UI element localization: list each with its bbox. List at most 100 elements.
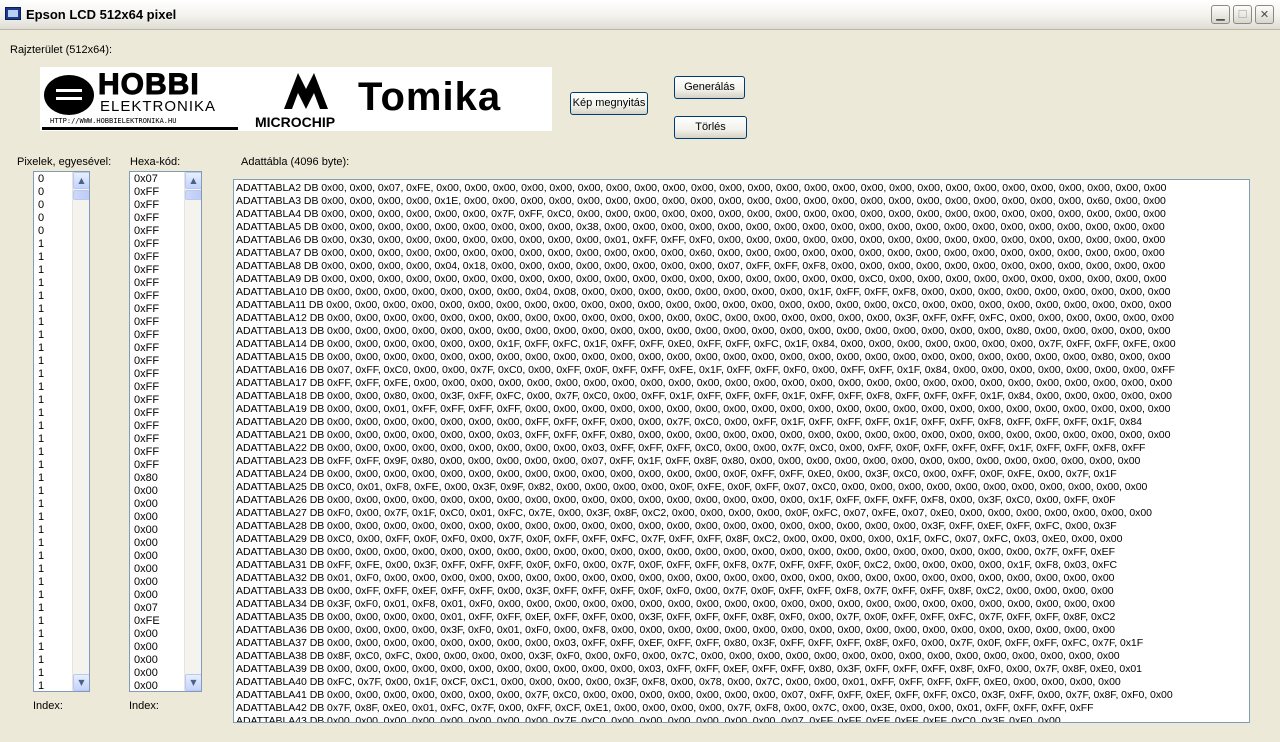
list-item[interactable]: 0x07: [132, 602, 182, 615]
list-item[interactable]: 0xFF: [132, 459, 182, 472]
clear-button[interactable]: Törlés: [674, 116, 747, 139]
pixels-scrollbar[interactable]: ▲ ▼: [72, 172, 89, 691]
list-item[interactable]: 0x00: [132, 524, 182, 537]
list-item[interactable]: 0x80: [132, 472, 182, 485]
list-item[interactable]: 1: [36, 381, 70, 394]
list-item[interactable]: 1: [36, 394, 70, 407]
list-item[interactable]: 1: [36, 355, 70, 368]
drawing-canvas[interactable]: HOBBI ELEKTRONIKA HTTP://WWW.HOBBIELEKTR…: [40, 67, 552, 131]
list-item[interactable]: 1: [36, 537, 70, 550]
list-item[interactable]: 1: [36, 615, 70, 628]
list-item[interactable]: 0xFF: [132, 212, 182, 225]
scroll-thumb[interactable]: [185, 190, 201, 200]
list-item[interactable]: 1: [36, 238, 70, 251]
list-item[interactable]: 0x00: [132, 511, 182, 524]
scroll-up-icon[interactable]: ▲: [73, 172, 89, 189]
list-item[interactable]: 1: [36, 641, 70, 654]
list-item[interactable]: 0xFF: [132, 355, 182, 368]
list-item[interactable]: 0x00: [132, 563, 182, 576]
hex-listbox[interactable]: 0x07 0xFF 0xFF 0xFF 0xFF 0xFF 0xFF 0xFF 0xFF 0xFF…: [129, 171, 202, 692]
list-item[interactable]: 0xFF: [132, 342, 182, 355]
list-item[interactable]: 0xFF: [132, 303, 182, 316]
scroll-down-icon[interactable]: ▼: [73, 674, 89, 691]
data-line: ADATTABLA30 DB 0x00, 0x00, 0x00, 0x00, 0…: [236, 546, 1115, 558]
list-item[interactable]: 0x00: [132, 576, 182, 589]
list-item[interactable]: 1: [36, 589, 70, 602]
generate-button[interactable]: Generálás: [674, 76, 745, 99]
list-item[interactable]: 0xFF: [132, 225, 182, 238]
close-button[interactable]: ✕: [1255, 5, 1274, 24]
list-item[interactable]: 0xFF: [132, 264, 182, 277]
list-item[interactable]: 0xFF: [132, 316, 182, 329]
list-item[interactable]: 0xFF: [132, 329, 182, 342]
list-item[interactable]: 0: [36, 173, 70, 186]
list-item[interactable]: 0xFF: [132, 277, 182, 290]
list-item[interactable]: 1: [36, 524, 70, 537]
list-item[interactable]: 1: [36, 654, 70, 667]
list-item[interactable]: 1: [36, 251, 70, 264]
scroll-down-icon[interactable]: ▼: [185, 674, 201, 691]
list-item[interactable]: 0: [36, 199, 70, 212]
list-item[interactable]: 0: [36, 212, 70, 225]
list-item[interactable]: 0xFF: [132, 433, 182, 446]
list-item[interactable]: 1: [36, 680, 70, 691]
list-item[interactable]: 0x00: [132, 628, 182, 641]
list-item[interactable]: 0xFF: [132, 381, 182, 394]
list-item[interactable]: 1: [36, 667, 70, 680]
list-item[interactable]: 1: [36, 472, 70, 485]
list-item[interactable]: 1: [36, 303, 70, 316]
open-image-button[interactable]: Kép megnyitás: [570, 92, 648, 115]
list-item[interactable]: 0x00: [132, 667, 182, 680]
list-item[interactable]: 0x00: [132, 680, 182, 691]
list-item[interactable]: 1: [36, 290, 70, 303]
list-item[interactable]: 0x00: [132, 654, 182, 667]
list-item[interactable]: 1: [36, 433, 70, 446]
list-item[interactable]: 1: [36, 550, 70, 563]
scroll-up-icon[interactable]: ▲: [185, 172, 201, 189]
list-item[interactable]: 0xFF: [132, 238, 182, 251]
list-item[interactable]: 0xFF: [132, 186, 182, 199]
list-item[interactable]: 0x00: [132, 537, 182, 550]
data-table-textbox[interactable]: ADATTABLA2 DB 0x00, 0x00, 0x07, 0xFE, 0x…: [233, 179, 1250, 723]
list-item[interactable]: 1: [36, 576, 70, 589]
list-item[interactable]: 0x07: [132, 173, 182, 186]
list-item[interactable]: 0x00: [132, 641, 182, 654]
list-item[interactable]: 1: [36, 628, 70, 641]
list-item[interactable]: 0x00: [132, 498, 182, 511]
list-item[interactable]: 0x00: [132, 589, 182, 602]
list-item[interactable]: 0xFF: [132, 368, 182, 381]
list-item[interactable]: 1: [36, 264, 70, 277]
list-item[interactable]: 1: [36, 459, 70, 472]
list-item[interactable]: 1: [36, 602, 70, 615]
list-item[interactable]: 0xFF: [132, 394, 182, 407]
list-item[interactable]: 1: [36, 277, 70, 290]
list-item[interactable]: 1: [36, 420, 70, 433]
list-item[interactable]: 0: [36, 225, 70, 238]
list-item[interactable]: 0x00: [132, 550, 182, 563]
maximize-button[interactable]: ☐: [1233, 5, 1252, 24]
list-item[interactable]: 0xFF: [132, 199, 182, 212]
list-item[interactable]: 1: [36, 342, 70, 355]
list-item[interactable]: 1: [36, 511, 70, 524]
list-item[interactable]: 0: [36, 186, 70, 199]
list-item[interactable]: 1: [36, 368, 70, 381]
list-item[interactable]: 0xFF: [132, 251, 182, 264]
list-item[interactable]: 1: [36, 407, 70, 420]
list-item[interactable]: 0xFF: [132, 420, 182, 433]
list-item[interactable]: 1: [36, 446, 70, 459]
list-item[interactable]: 0xFF: [132, 407, 182, 420]
list-item[interactable]: 1: [36, 316, 70, 329]
list-item[interactable]: 0xFE: [132, 615, 182, 628]
list-item[interactable]: 1: [36, 498, 70, 511]
list-item[interactable]: 1: [36, 485, 70, 498]
list-item[interactable]: 1: [36, 329, 70, 342]
hex-scrollbar[interactable]: ▲ ▼: [184, 172, 201, 691]
list-item[interactable]: 0xFF: [132, 290, 182, 303]
list-item[interactable]: 0x00: [132, 485, 182, 498]
list-item[interactable]: 0xFF: [132, 446, 182, 459]
data-line: ADATTABLA32 DB 0x01, 0xF0, 0x00, 0x00, 0…: [236, 572, 1115, 584]
scroll-thumb[interactable]: [73, 190, 89, 200]
minimize-button[interactable]: ▁: [1211, 5, 1230, 24]
pixels-listbox[interactable]: 0000011111111111111111111111111111111111…: [33, 171, 90, 692]
list-item[interactable]: 1: [36, 563, 70, 576]
